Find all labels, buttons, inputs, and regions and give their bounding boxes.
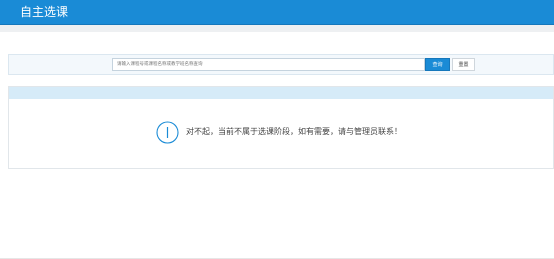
query-button[interactable]: 查询 bbox=[425, 58, 450, 71]
notice-message: 对不起，当前不属于选课阶段，如有需要，请与管理员联系！ bbox=[186, 127, 402, 136]
top-header-bar: 自主选课 bbox=[0, 0, 554, 25]
search-bar: 查询 重置 bbox=[8, 54, 554, 75]
search-input[interactable] bbox=[112, 58, 425, 71]
notice-panel: 对不起，当前不属于选课阶段，如有需要，请与管理员联系！ bbox=[8, 86, 554, 169]
info-circle-icon bbox=[156, 121, 179, 144]
header-separator-band bbox=[0, 25, 554, 32]
reset-button[interactable]: 重置 bbox=[452, 58, 475, 71]
notice-panel-header bbox=[9, 87, 553, 99]
page-title: 自主选课 bbox=[20, 5, 69, 19]
